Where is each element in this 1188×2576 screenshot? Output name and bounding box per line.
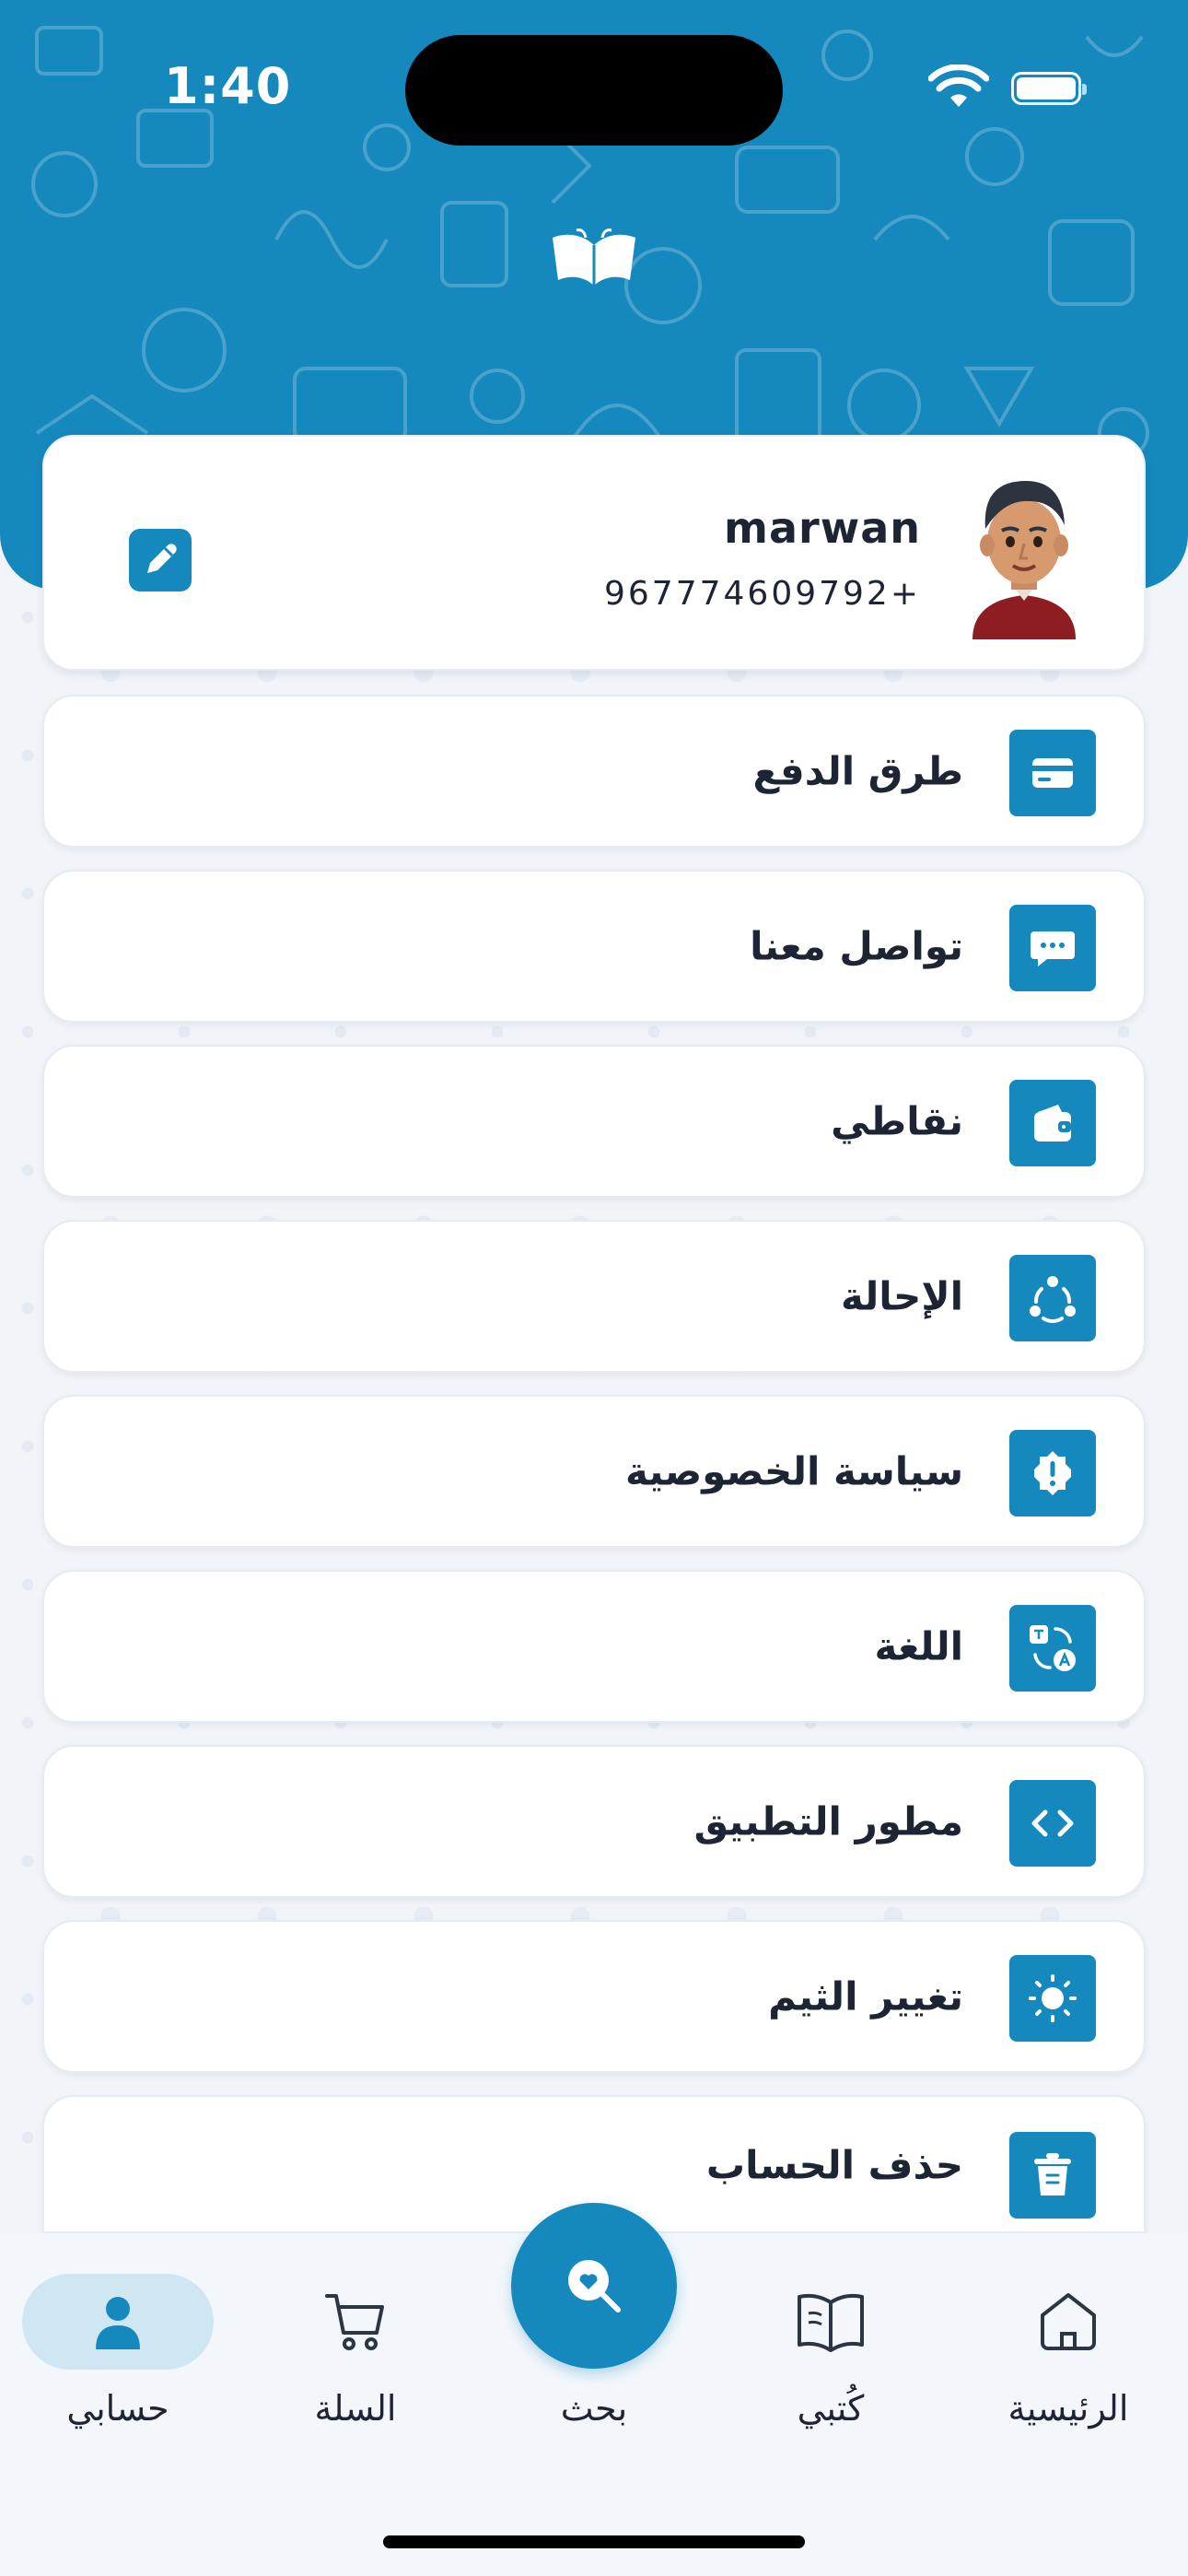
nav-home[interactable]: الرئيسية	[967, 2233, 1170, 2473]
profile-phone: 967774609792+	[603, 575, 921, 613]
privacy-badge-icon	[1034, 1451, 1071, 1495]
menu-label: مطور التطبيق	[693, 1798, 963, 1844]
chat-bubble-icon	[1031, 931, 1075, 966]
nav-label: السلة	[314, 2388, 397, 2429]
menu-item-language[interactable]: اللغة	[42, 1570, 1146, 1723]
book-logo-icon	[553, 228, 635, 286]
menu-label: تغيير الثيم	[768, 1973, 963, 2020]
menu-item-payment-methods[interactable]: طرق الدفع	[42, 695, 1146, 848]
search-button[interactable]	[511, 2203, 677, 2369]
nav-label: الرئيسية	[1007, 2388, 1129, 2429]
nav-label: حسابي	[66, 2388, 169, 2429]
menu-label: حذف الحساب	[705, 2142, 963, 2188]
nav-my-books[interactable]: كُتبي	[729, 2233, 932, 2473]
home-icon	[1041, 2293, 1096, 2350]
home-indicator	[383, 2535, 805, 2548]
share-icon	[1030, 1276, 1076, 1324]
search-heart-icon	[568, 2260, 621, 2313]
menu-label: اللغة	[874, 1623, 964, 1669]
cart-icon	[325, 2294, 384, 2350]
menu-label: سياسة الخصوصية	[625, 1448, 963, 1494]
edit-profile-button[interactable]	[129, 529, 192, 591]
wallet-icon	[1034, 1105, 1071, 1142]
nav-cart[interactable]: السلة	[254, 2233, 457, 2473]
search-label: بحث	[560, 2388, 628, 2429]
menu-label: نقاطي	[831, 1098, 963, 1144]
trash-icon	[1034, 2153, 1071, 2195]
code-icon	[1031, 1809, 1074, 1837]
user-icon	[96, 2297, 140, 2349]
open-book-icon	[798, 2293, 864, 2352]
profile-name: marwan	[724, 503, 921, 553]
menu-item-privacy-policy[interactable]: سياسة الخصوصية	[42, 1395, 1146, 1548]
menu-item-my-points[interactable]: نقاطي	[42, 1045, 1146, 1198]
menu-label: طرق الدفع	[752, 748, 963, 794]
pencil-icon	[147, 544, 177, 573]
credit-card-icon	[1032, 758, 1073, 788]
status-time: 1:40	[164, 57, 292, 115]
wifi-icon	[928, 64, 989, 107]
sun-icon	[1029, 1974, 1077, 2022]
menu-item-change-theme[interactable]: تغيير الثيم	[42, 1920, 1146, 2073]
translate-icon	[1030, 1625, 1076, 1671]
battery-icon	[1011, 72, 1087, 105]
avatar	[973, 481, 1076, 639]
menu-label: تواصل معنا	[750, 923, 963, 969]
menu-item-contact-us[interactable]: تواصل معنا	[42, 870, 1146, 1023]
profile-card[interactable]: marwan 967774609792+	[42, 435, 1146, 671]
menu-item-app-developer[interactable]: مطور التطبيق	[42, 1745, 1146, 1898]
nav-account[interactable]: حسابي	[17, 2233, 219, 2473]
menu-label: الإحالة	[841, 1273, 963, 1319]
nav-label: كُتبي	[797, 2388, 865, 2429]
dynamic-island	[405, 35, 783, 146]
menu-item-referral[interactable]: الإحالة	[42, 1220, 1146, 1373]
